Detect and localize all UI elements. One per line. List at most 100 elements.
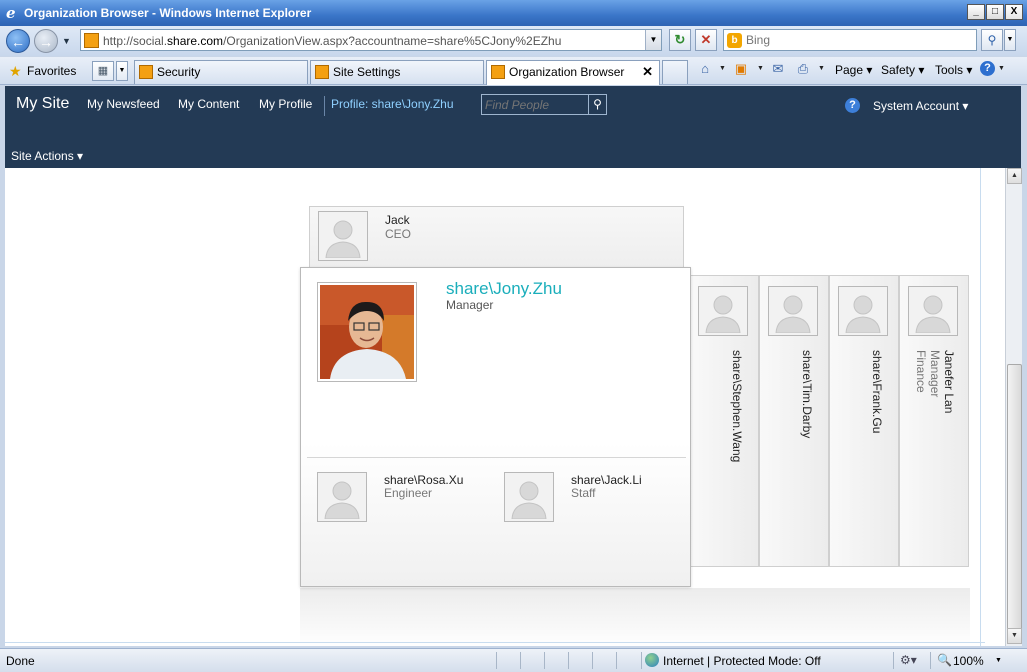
status-divider	[641, 652, 642, 669]
window-edge	[1022, 86, 1027, 648]
stop-button[interactable]: ✕	[695, 29, 717, 51]
status-divider	[930, 652, 931, 669]
back-button[interactable]: ←	[6, 29, 30, 53]
current-person-title: Manager	[446, 298, 494, 312]
account-menu[interactable]: System Account ▾	[873, 99, 968, 113]
maximize-button[interactable]: □	[986, 4, 1004, 20]
person-placeholder-icon	[318, 211, 368, 261]
print-dropdown-icon[interactable]: ▼	[818, 65, 825, 72]
refresh-button[interactable]: ↻	[669, 29, 691, 51]
tab-favicon-icon	[491, 65, 505, 79]
safety-menu[interactable]: Safety ▾	[881, 63, 924, 77]
mail-icon[interactable]: ✉	[770, 61, 786, 77]
tab-organization-browser[interactable]: Organization Browser ✕	[486, 60, 660, 85]
org-browser-content: Jack CEO share\Stephen.Wang share\Tim.Da…	[5, 168, 1005, 646]
minimize-button[interactable]: _	[967, 4, 985, 20]
person-placeholder-icon	[908, 286, 958, 336]
protected-mode-icon[interactable]: ⚙▾	[900, 653, 917, 667]
close-window-button[interactable]: X	[1005, 4, 1023, 20]
peer-card[interactable]: Janefer Lan Manager Finance	[899, 275, 969, 567]
person-placeholder-icon	[504, 472, 554, 522]
report-name[interactable]: share\Rosa.Xu	[384, 473, 463, 487]
address-toolbar: ← → ▼ http://social.share.com/Organizati…	[0, 26, 1027, 56]
window-controls: _ □ X	[967, 4, 1023, 20]
tools-menu[interactable]: Tools ▾	[935, 63, 972, 77]
forward-button[interactable]: →	[34, 29, 58, 53]
status-divider	[893, 652, 894, 669]
search-button[interactable]: ⚲	[981, 29, 1003, 51]
search-box[interactable]: b	[723, 29, 977, 51]
profile-photo	[317, 282, 417, 382]
feeds-dropdown-icon[interactable]: ▼	[757, 65, 764, 72]
profile-link[interactable]: Profile: share\Jony.Zhu	[331, 97, 454, 111]
find-people-input[interactable]	[482, 95, 586, 114]
nav-separator	[324, 96, 325, 116]
report-name[interactable]: share\Jack.Li	[571, 473, 642, 487]
status-divider	[616, 652, 617, 669]
tab-label: Organization Browser	[509, 65, 625, 79]
sharepoint-header: My Site My Newsfeed My Content My Profil…	[5, 86, 1021, 168]
security-zone-text[interactable]: Internet | Protected Mode: Off	[663, 654, 821, 668]
url-text[interactable]: http://social.share.com/OrganizationView…	[103, 34, 561, 48]
favorites-star-icon[interactable]: ★	[9, 63, 22, 80]
window-title: Organization Browser - Windows Internet …	[24, 6, 312, 20]
page-menu[interactable]: Page ▾	[835, 63, 872, 77]
nav-my-content[interactable]: My Content	[178, 97, 239, 111]
peer-card[interactable]: share\Frank.Gu	[829, 275, 899, 567]
home-icon[interactable]: ⌂	[697, 61, 713, 77]
peer-card[interactable]: share\Tim.Darby	[759, 275, 829, 567]
sharepoint-help-icon[interactable]: ?	[845, 98, 860, 113]
my-site-link[interactable]: My Site	[16, 95, 69, 113]
home-dropdown-icon[interactable]: ▼	[719, 65, 726, 72]
recent-pages-dropdown[interactable]: ▼	[62, 36, 72, 46]
current-person-card[interactable]: share\Jony.Zhu Manager share\Rosa.Xu Eng…	[300, 267, 691, 587]
zoom-icon[interactable]: 🔍	[937, 653, 952, 667]
find-people-box[interactable]	[481, 94, 589, 115]
feeds-icon[interactable]: ▣	[733, 61, 749, 77]
find-people-search-icon[interactable]: ⚲	[588, 94, 607, 115]
zoom-dropdown-icon[interactable]: ▼	[995, 657, 1002, 664]
quick-tabs-button[interactable]: ▦	[92, 61, 114, 81]
person-placeholder-icon	[698, 286, 748, 336]
manager-card[interactable]: Jack CEO	[309, 206, 684, 270]
address-bar[interactable]: http://social.share.com/OrganizationView…	[80, 29, 662, 51]
status-divider	[592, 652, 593, 669]
scroll-up-icon[interactable]: ▲	[1007, 168, 1022, 184]
peer-card[interactable]: share\Stephen.Wang	[689, 275, 759, 567]
tab-label: Site Settings	[333, 65, 401, 79]
status-divider	[544, 652, 545, 669]
bing-icon: b	[727, 33, 742, 48]
search-input[interactable]	[746, 32, 946, 48]
print-icon[interactable]: ⎙	[795, 61, 811, 77]
new-tab-button[interactable]	[662, 60, 688, 84]
content-border-bottom	[5, 642, 985, 643]
tab-security[interactable]: Security	[134, 60, 308, 84]
close-tab-icon[interactable]: ✕	[642, 61, 653, 83]
vertical-scrollbar[interactable]: ▲ ▼	[1005, 168, 1022, 646]
internet-zone-icon	[645, 653, 659, 667]
tab-site-settings[interactable]: Site Settings	[310, 60, 484, 84]
scroll-thumb[interactable]	[1007, 364, 1022, 630]
favorites-button[interactable]: Favorites	[27, 64, 76, 78]
help-icon[interactable]: ?	[980, 61, 995, 76]
address-dropdown-icon[interactable]: ▼	[645, 30, 661, 50]
person-placeholder-icon	[317, 472, 367, 522]
favorites-bar: ★ Favorites ▦ ▼ Security Site Settings O…	[0, 57, 1027, 85]
manager-name[interactable]: Jack	[385, 213, 410, 227]
status-divider	[496, 652, 497, 669]
tab-label: Security	[157, 65, 201, 79]
nav-my-profile[interactable]: My Profile	[259, 97, 312, 111]
tab-list-dropdown[interactable]: ▼	[116, 61, 128, 81]
current-person-name[interactable]: share\Jony.Zhu	[446, 279, 562, 299]
shadow-fade	[300, 588, 970, 646]
content-border	[980, 168, 981, 646]
person-placeholder-icon	[838, 286, 888, 336]
help-dropdown-icon[interactable]: ▼	[998, 65, 1005, 72]
peer-name: Janefer Lan Manager Finance	[914, 350, 956, 414]
peer-name: share\Frank.Gu	[870, 350, 884, 434]
zoom-level[interactable]: 100%	[953, 654, 984, 668]
search-options-dropdown[interactable]: ▼	[1004, 29, 1016, 51]
site-actions-menu[interactable]: Site Actions ▾	[11, 149, 83, 163]
scroll-down-icon[interactable]: ▼	[1007, 628, 1022, 644]
nav-my-newsfeed[interactable]: My Newsfeed	[87, 97, 160, 111]
